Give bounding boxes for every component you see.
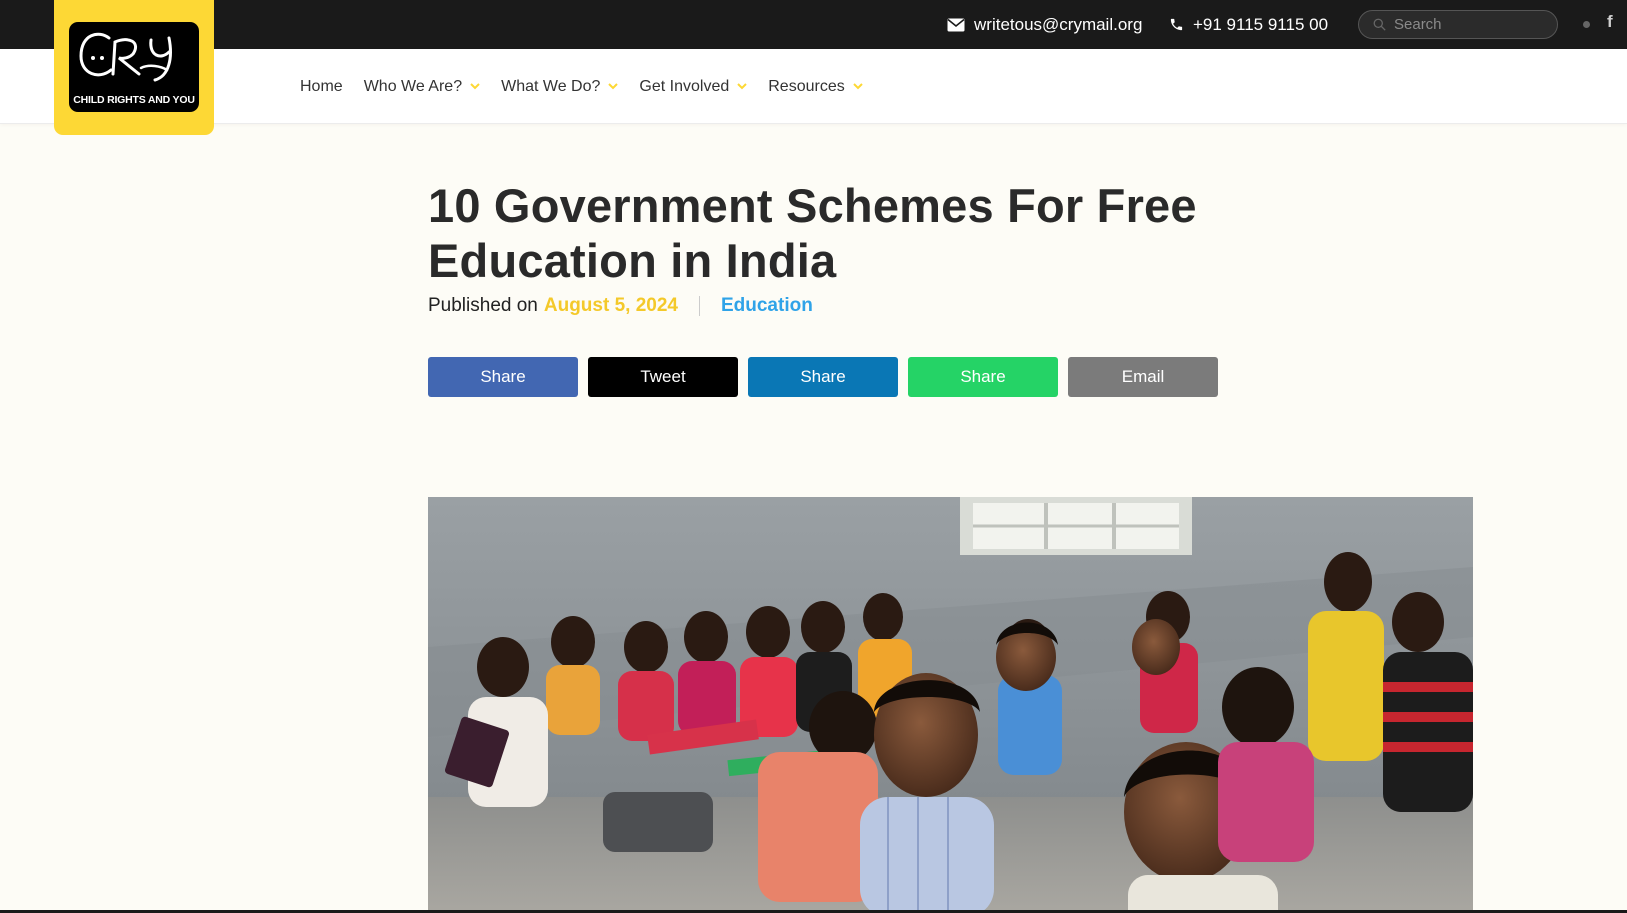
whatsapp-share-button[interactable]: Share [908,357,1058,397]
classroom-children-photo [428,497,1473,913]
chevron-down-icon [737,83,747,90]
logo-tagline: CHILD RIGHTS AND YOU [73,94,195,106]
category-link[interactable]: Education [721,295,813,317]
nav-item-who-we-are[interactable]: Who We Are? [364,78,480,96]
meta-divider [698,296,700,316]
chevron-down-icon [470,83,480,90]
search-icon [1373,18,1386,31]
phone-icon [1170,18,1183,31]
contact-email-text[interactable]: writetous@crymail.org [974,15,1142,35]
site-logo[interactable]: CHILD RIGHTS AND YOU [54,0,214,135]
nav-item-label[interactable]: What We Do? [501,78,600,96]
email-share-button[interactable]: Email [1068,357,1218,397]
chevron-down-icon [608,83,619,90]
chevron-down-icon [853,83,863,90]
published-label: Published on [428,295,538,316]
search-box[interactable] [1358,10,1558,39]
nav-item-home[interactable]: Home [300,78,343,96]
nav-item-resources[interactable]: Resources [768,78,863,96]
logo-badge: CHILD RIGHTS AND YOU [69,22,199,112]
main-nav: Home Who We Are? What We Do? Get Involve… [300,49,884,124]
nav-item-label[interactable]: Get Involved [639,78,729,96]
nav-item-label[interactable]: Home [300,78,343,96]
nav-item-what-we-do[interactable]: What We Do? [501,78,619,96]
published-date: August 5, 2024 [543,295,678,316]
facebook-share-button[interactable]: Share [428,357,578,397]
social-dot-icon [1583,21,1590,28]
facebook-icon[interactable]: f [1607,12,1613,32]
envelope-icon [947,18,965,31]
contact-phone-text[interactable]: +91 9115 9115 00 [1193,15,1328,35]
nav-item-get-involved[interactable]: Get Involved [639,78,747,96]
share-buttons: Share Tweet Share Share Email [428,357,1228,397]
contact-email[interactable]: writetous@crymail.org [947,0,1142,49]
article-title: 10 Government Schemes For Free Education… [428,179,1197,287]
linkedin-share-button[interactable]: Share [748,357,898,397]
nav-item-label[interactable]: Who We Are? [364,78,462,96]
cry-wordmark-logo [79,32,172,82]
x-tweet-button[interactable]: Tweet [588,357,738,397]
search-input[interactable] [1394,16,1544,33]
contact-phone[interactable]: +91 9115 9115 00 [1169,0,1328,49]
article-meta: Published on August 5, 2024 Education [428,295,813,317]
nav-item-label[interactable]: Resources [768,78,844,96]
article-hero-image [428,497,1473,913]
